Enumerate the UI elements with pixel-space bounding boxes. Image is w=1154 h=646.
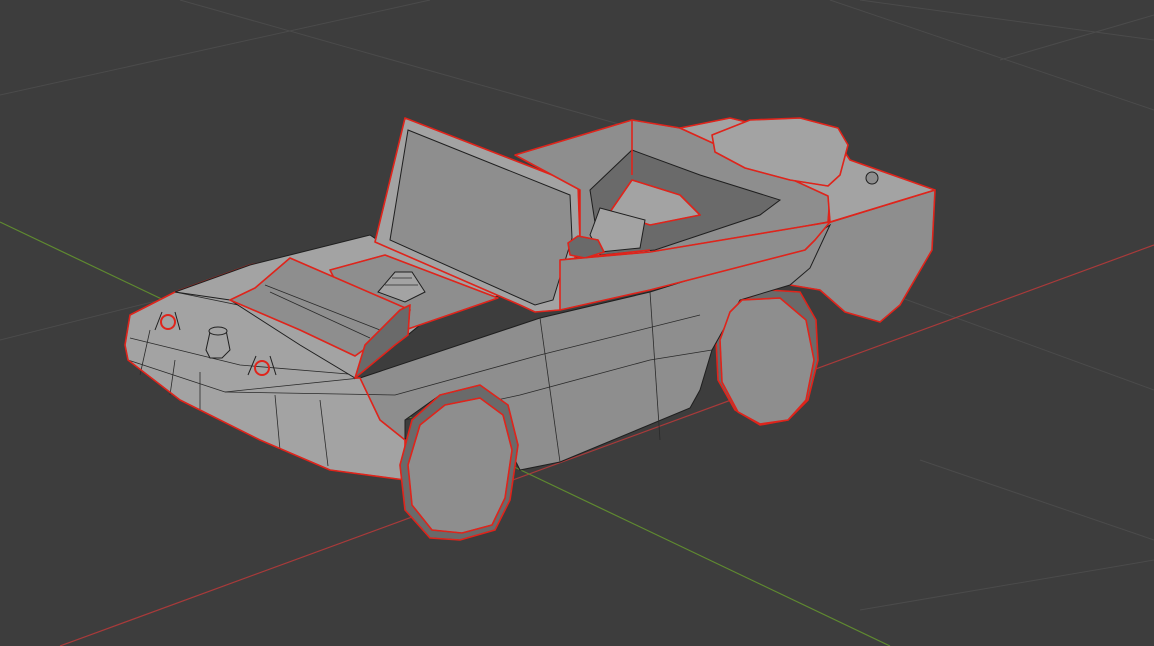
amphibious-vehicle-mesh[interactable]: [124, 117, 937, 541]
3d-viewport[interactable]: [0, 0, 1154, 646]
viewport-canvas[interactable]: [0, 0, 1154, 646]
rear-tow-hook: [865, 171, 879, 185]
